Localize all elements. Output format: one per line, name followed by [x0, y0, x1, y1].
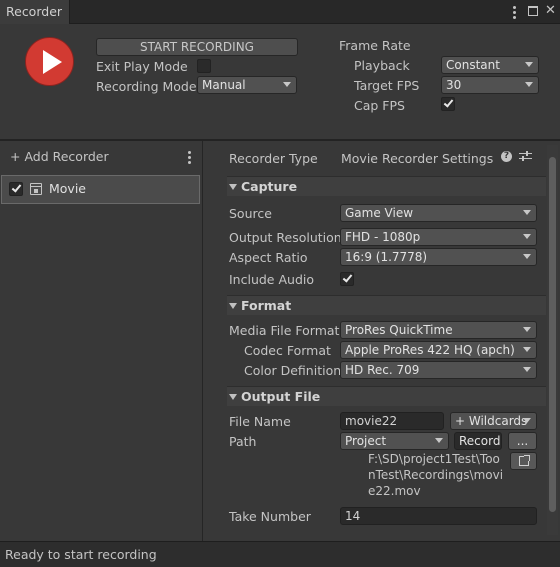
file-name-input[interactable]: movie22 [340, 412, 444, 430]
exit-play-mode-label: Exit Play Mode [96, 59, 188, 74]
color-definition-value: HD Rec. 709 [345, 363, 420, 377]
frame-rate-title: Frame Rate [339, 38, 411, 53]
exit-play-mode-checkbox[interactable] [197, 59, 211, 73]
chevron-down-icon [523, 254, 531, 259]
include-audio-checkbox[interactable] [340, 272, 354, 286]
file-name-label: File Name [229, 414, 291, 429]
recorder-list-panel: + Add Recorder Movie [0, 141, 203, 541]
chevron-down-icon [283, 82, 291, 87]
media-file-format-dropdown[interactable]: ProRes QuickTime [340, 321, 537, 339]
checkmark-icon [443, 97, 454, 108]
take-number-input[interactable]: 14 [340, 507, 537, 525]
movie-recorder-icon [30, 183, 42, 195]
path-root-dropdown[interactable]: Project [340, 432, 449, 450]
media-file-format-label: Media File Format [229, 323, 340, 338]
media-file-format-value: ProRes QuickTime [345, 323, 453, 337]
chevron-down-icon [523, 418, 531, 423]
cap-fps-label: Cap FPS [354, 98, 405, 113]
playback-dropdown[interactable]: Constant [441, 56, 539, 74]
source-dropdown[interactable]: Game View [340, 204, 537, 222]
chevron-down-icon [523, 347, 531, 352]
chevron-down-icon [435, 438, 443, 443]
recorder-list-menu-icon[interactable] [188, 151, 192, 164]
window-tab[interactable]: Recorder [0, 0, 70, 24]
recorder-type-value: Movie Recorder Settings [341, 151, 494, 166]
preset-settings-icon[interactable] [519, 150, 532, 162]
foldout-icon [229, 184, 237, 190]
codec-format-value: Apple ProRes 422 HQ (apch) [345, 343, 515, 357]
checkmark-icon [342, 272, 353, 283]
source-value: Game View [345, 206, 414, 220]
foldout-icon [229, 394, 237, 400]
format-section-title: Format [241, 298, 292, 313]
close-icon[interactable]: ✕ [545, 4, 556, 18]
chevron-down-icon [525, 62, 533, 67]
status-bar: Ready to start recording [0, 541, 560, 567]
window-tab-label: Recorder [6, 4, 63, 19]
start-recording-button[interactable]: START RECORDING [96, 38, 298, 56]
playback-value: Constant [446, 58, 500, 72]
capture-section-title: Capture [241, 179, 298, 194]
codec-format-label: Codec Format [244, 343, 331, 358]
path-label: Path [229, 434, 257, 449]
recording-mode-value: Manual [202, 78, 246, 92]
full-path-line: F:\SD\project1Test\Too [368, 452, 500, 466]
target-fps-label: Target FPS [354, 78, 420, 93]
path-input[interactable]: Record [454, 432, 502, 450]
checkmark-icon [11, 182, 22, 193]
aspect-ratio-value: 16:9 (1.7778) [345, 250, 428, 264]
source-label: Source [229, 206, 272, 221]
playback-label: Playback [354, 58, 410, 73]
output-resolution-label: Output Resolution [229, 230, 342, 245]
maximize-icon[interactable] [528, 6, 538, 16]
recorder-type-label: Recorder Type [229, 151, 318, 166]
color-definition-dropdown[interactable]: HD Rec. 709 [340, 361, 537, 379]
scrollbar-track[interactable] [547, 145, 558, 535]
status-text: Ready to start recording [5, 547, 157, 562]
capture-section-header[interactable]: Capture [227, 176, 546, 196]
cap-fps-checkbox[interactable] [441, 97, 455, 111]
chevron-down-icon [523, 234, 531, 239]
chevron-down-icon [523, 327, 531, 332]
color-definition-label: Color Definition [244, 363, 342, 378]
target-fps-dropdown[interactable]: 30 [441, 76, 539, 94]
browse-button[interactable]: ... [508, 432, 537, 450]
chevron-down-icon [525, 82, 533, 87]
output-file-section-header[interactable]: Output File [227, 386, 546, 406]
wildcards-label: + Wildcards [455, 414, 528, 428]
codec-format-dropdown[interactable]: Apple ProRes 422 HQ (apch) [340, 341, 537, 359]
full-path-line: nTest\Recordings\movi [368, 468, 504, 482]
recorder-item-label: Movie [49, 181, 86, 196]
full-path-line: e22.mov [368, 484, 421, 498]
output-resolution-value: FHD - 1080p [345, 230, 421, 244]
help-icon[interactable]: ? [501, 151, 512, 162]
wildcards-dropdown[interactable]: + Wildcards [450, 412, 537, 430]
title-bar: Recorder ✕ [0, 0, 560, 24]
chevron-down-icon [523, 367, 531, 372]
take-number-label: Take Number [229, 509, 311, 524]
foldout-icon [229, 303, 237, 309]
open-folder-button[interactable] [510, 452, 537, 470]
aspect-ratio-dropdown[interactable]: 16:9 (1.7778) [340, 248, 537, 266]
output-file-section-title: Output File [241, 389, 321, 404]
include-audio-label: Include Audio [229, 272, 315, 287]
recording-mode-dropdown[interactable]: Manual [197, 76, 297, 94]
recorder-item-movie[interactable]: Movie [1, 175, 200, 204]
menu-kebab-icon[interactable] [512, 5, 518, 19]
format-section-header[interactable]: Format [227, 295, 546, 315]
full-path-text: F:\SD\project1Test\Too nTest\Recordings\… [368, 451, 508, 499]
target-fps-value: 30 [446, 78, 462, 92]
output-resolution-dropdown[interactable]: FHD - 1080p [340, 228, 537, 246]
recording-mode-label: Recording Mode [96, 79, 197, 94]
aspect-ratio-label: Aspect Ratio [229, 250, 308, 265]
record-play-icon[interactable] [25, 37, 74, 86]
add-recorder-button[interactable]: + Add Recorder [10, 149, 109, 164]
chevron-down-icon [523, 210, 531, 215]
scrollbar-thumb[interactable] [549, 157, 556, 512]
recorder-enabled-checkbox[interactable] [9, 182, 23, 196]
path-root-value: Project [345, 434, 387, 448]
